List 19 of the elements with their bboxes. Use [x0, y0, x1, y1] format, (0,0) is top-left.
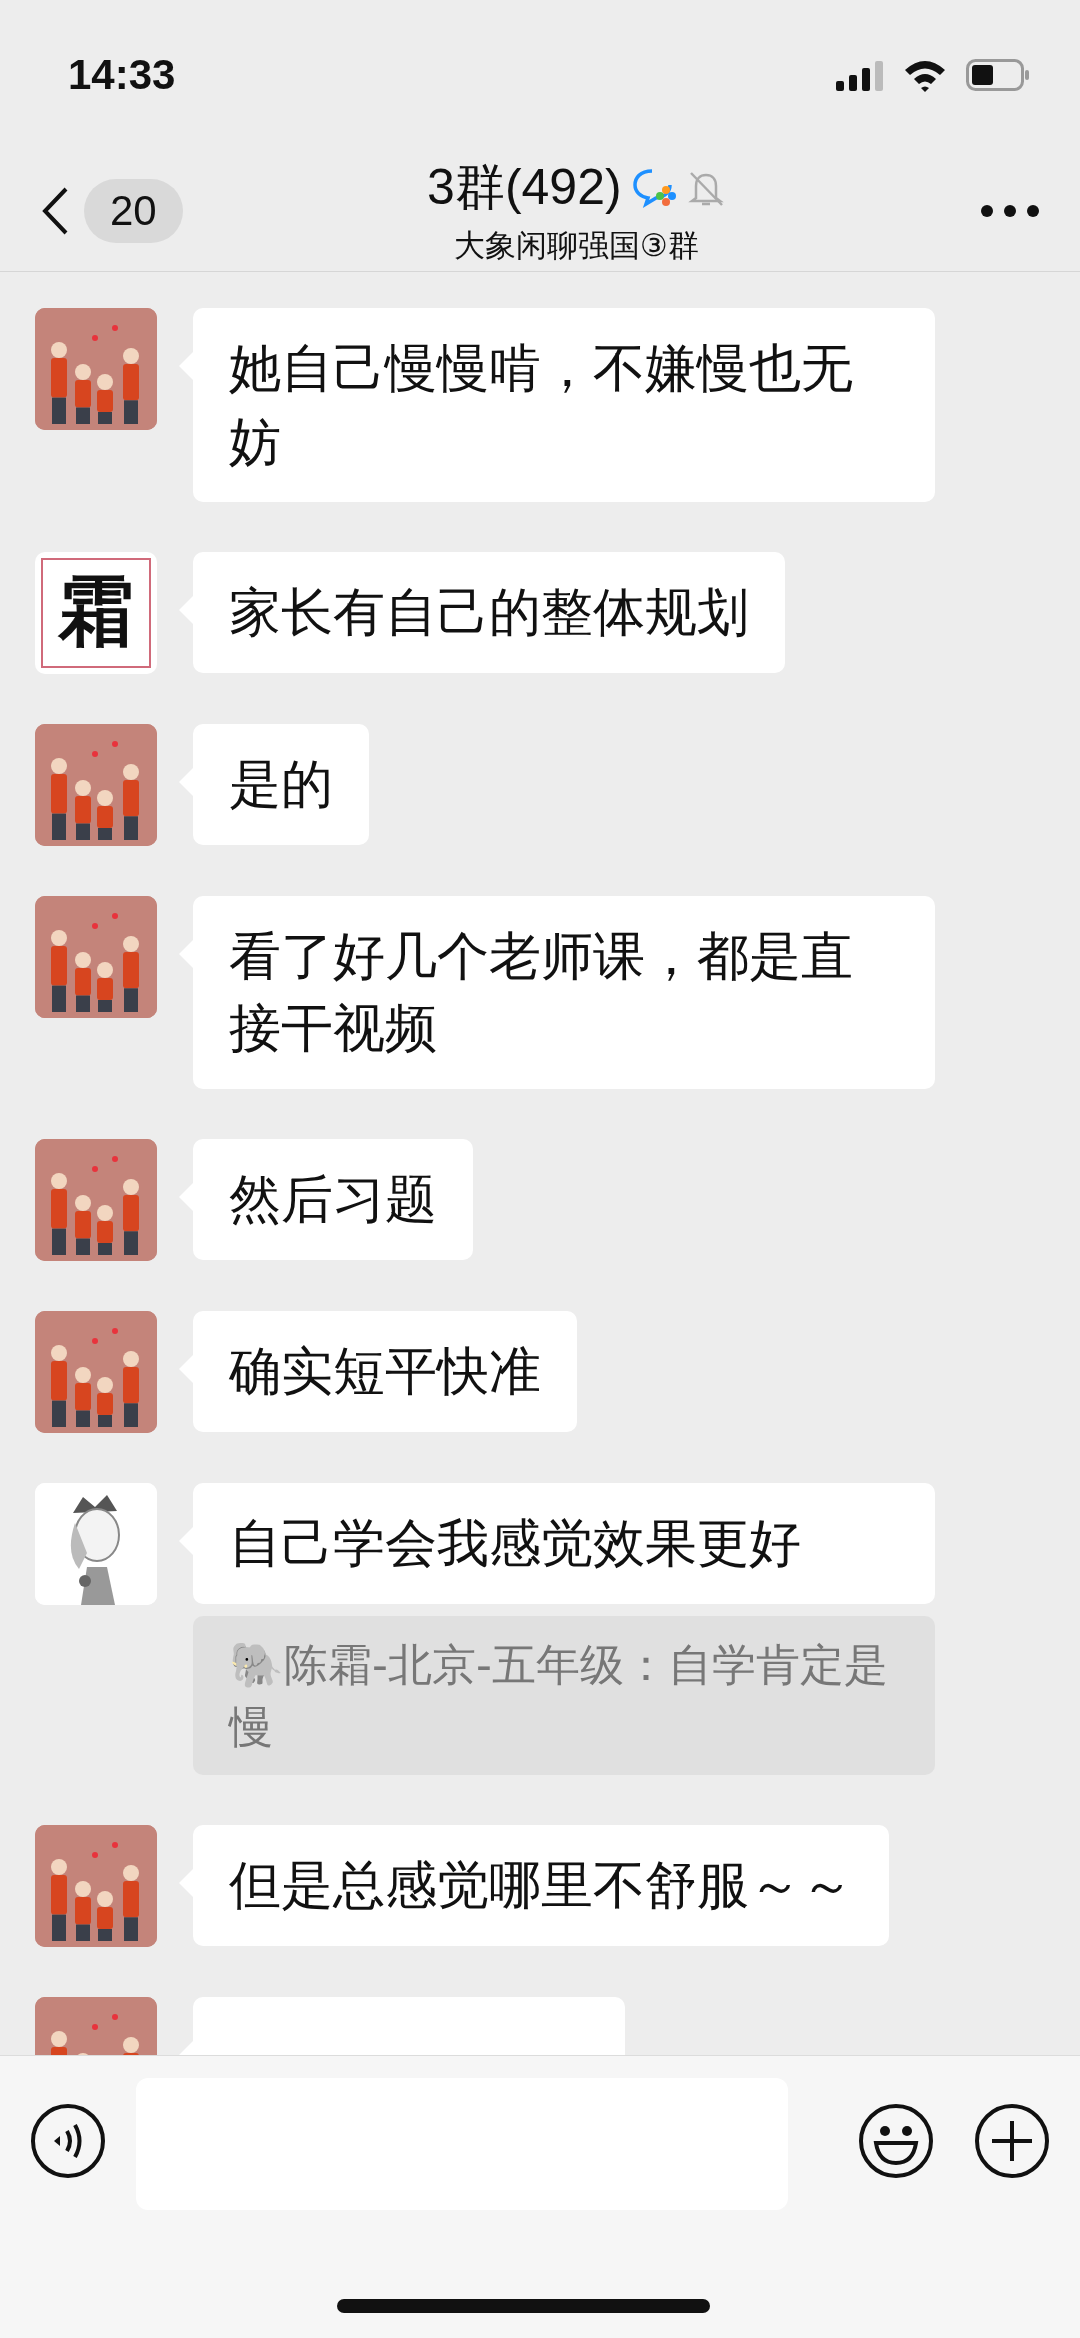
- more-icon: [980, 203, 1040, 218]
- plus-icon: [974, 2103, 1050, 2179]
- voice-button[interactable]: [30, 2103, 106, 2179]
- avatar-glyph: 霜: [58, 565, 134, 658]
- emoji-button[interactable]: [858, 2103, 934, 2179]
- voice-icon: [30, 2103, 106, 2179]
- back-button[interactable]: 20: [40, 178, 183, 243]
- chat-bubble-icon: [631, 167, 676, 208]
- add-button[interactable]: [974, 2103, 1050, 2179]
- signal-icon: [836, 59, 884, 91]
- chat-title: 3群(492): [427, 158, 622, 217]
- status-time: 14:33: [68, 51, 176, 99]
- battery-icon: [966, 59, 1030, 91]
- chat-subtitle: 大象闲聊强国③群: [453, 226, 699, 265]
- smiley-icon: [858, 2103, 934, 2179]
- back-icon: [40, 185, 70, 236]
- unread-count: 20: [84, 178, 183, 243]
- quoted-message: 🐘陈霜-北京-五年级：自学肯定是慢: [193, 1616, 935, 1776]
- avatar[interactable]: 霜: [35, 551, 157, 674]
